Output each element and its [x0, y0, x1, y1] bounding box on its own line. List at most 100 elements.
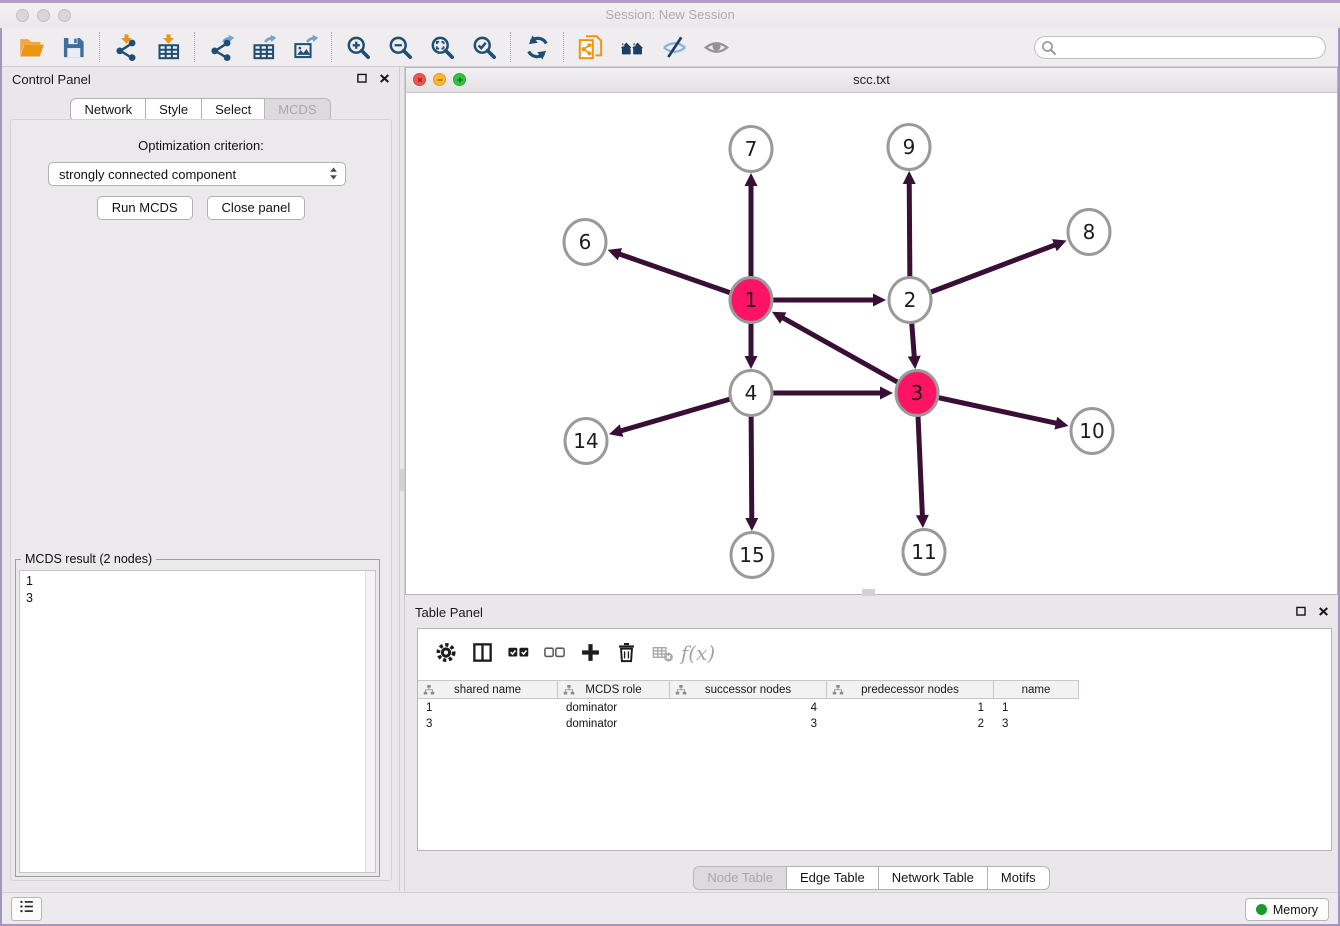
network-window-title: scc.txt — [406, 72, 1337, 87]
table-cell: 1 — [827, 700, 994, 716]
tab-edge-table[interactable]: Edge Table — [786, 866, 879, 890]
float-panel-icon[interactable] — [356, 72, 369, 90]
edge-3-1[interactable] — [782, 318, 917, 393]
edge-arrowhead — [608, 248, 622, 260]
graph-node-2[interactable]: 2 — [889, 278, 931, 323]
tree-icon — [563, 684, 575, 696]
float-table-panel-icon[interactable] — [1295, 605, 1308, 623]
mcds-panel: Optimization criterion: strongly connect… — [10, 119, 392, 881]
memory-button[interactable]: Memory — [1245, 898, 1329, 921]
result-scrollbar[interactable] — [365, 571, 375, 872]
toolbar-separator — [510, 32, 511, 62]
table-panel-tabs: Node TableEdge TableNetwork TableMotifs — [405, 866, 1338, 890]
tab-motifs[interactable]: Motifs — [987, 866, 1050, 890]
edge-arrowhead — [1054, 417, 1068, 430]
refresh-view-button[interactable] — [516, 30, 558, 64]
zoom-out-button[interactable] — [379, 30, 421, 64]
save-session-icon — [60, 34, 87, 61]
tab-node-table[interactable]: Node Table — [693, 866, 787, 890]
hide-selected-button[interactable] — [653, 30, 695, 64]
import-table-button[interactable] — [147, 30, 189, 64]
save-session-button[interactable] — [52, 30, 94, 64]
clone-network-button[interactable] — [569, 30, 611, 64]
open-session-button[interactable] — [10, 30, 52, 64]
control-panel-title: Control Panel — [12, 72, 91, 87]
graph-node-15[interactable]: 15 — [731, 533, 773, 578]
clone-network-icon — [577, 34, 604, 61]
show-all-button[interactable] — [695, 30, 737, 64]
close-table-panel-icon[interactable] — [1317, 605, 1330, 623]
graph-node-3[interactable]: 3 — [896, 371, 938, 416]
zoom-fit-button[interactable] — [421, 30, 463, 64]
export-image-button[interactable] — [284, 30, 326, 64]
close-panel-button[interactable]: Close panel — [207, 196, 306, 220]
main-toolbar — [2, 28, 1338, 67]
zoom-in-button[interactable] — [337, 30, 379, 64]
graph-node-8[interactable]: 8 — [1068, 210, 1110, 255]
column-header-name[interactable]: name — [994, 681, 1079, 698]
delete-table-icon — [651, 641, 674, 664]
table-toolbar: f(x) — [418, 629, 1331, 676]
column-header-shared-name[interactable]: shared name — [418, 681, 558, 698]
search-box — [1034, 36, 1326, 59]
edge-arrowhead — [873, 294, 886, 307]
search-input[interactable] — [1034, 36, 1326, 59]
graph-node-11[interactable]: 11 — [903, 530, 945, 575]
home-button[interactable] — [611, 30, 653, 64]
graph-node-9[interactable]: 9 — [888, 125, 930, 170]
mcds-result-textarea[interactable]: 1 3 — [19, 570, 376, 873]
table-row[interactable]: 3dominator323 — [418, 716, 1079, 732]
open-session-icon — [18, 34, 45, 61]
network-canvas[interactable]: 1 2 3 4 6 7 8 9 10 11 14 15 — [406, 93, 1337, 594]
vertical-splitter-handle[interactable] — [400, 469, 404, 491]
horizontal-splitter-handle[interactable] — [862, 589, 875, 596]
zoom-out-icon — [387, 34, 414, 61]
zoom-selected-button[interactable] — [463, 30, 505, 64]
column-label: shared name — [454, 684, 521, 696]
edge-2-8[interactable] — [910, 245, 1055, 300]
toolbar-separator — [563, 32, 564, 62]
run-mcds-button[interactable]: Run MCDS — [97, 196, 193, 220]
add-row-button[interactable] — [572, 635, 608, 671]
edge-arrowhead — [745, 173, 758, 186]
column-header-predecessor-nodes[interactable]: predecessor nodes — [827, 681, 994, 698]
tab-network-table[interactable]: Network Table — [878, 866, 988, 890]
column-header-successor-nodes[interactable]: successor nodes — [670, 681, 827, 698]
svg-text:14: 14 — [573, 429, 598, 453]
svg-text:4: 4 — [745, 381, 758, 405]
graph-node-7[interactable]: 7 — [730, 127, 772, 172]
edge-arrowhead — [745, 518, 758, 531]
column-label: name — [1022, 684, 1051, 696]
function-builder-button: f(x) — [680, 635, 716, 671]
deselect-all-rows-icon — [543, 641, 566, 664]
criterion-value: strongly connected component — [59, 167, 236, 182]
close-panel-icon[interactable] — [378, 72, 391, 90]
graph-node-10[interactable]: 10 — [1071, 409, 1113, 454]
criterion-dropdown[interactable]: strongly connected component — [48, 162, 346, 186]
deselect-all-rows-button[interactable] — [536, 635, 572, 671]
tree-icon — [832, 684, 844, 696]
delete-row-button[interactable] — [608, 635, 644, 671]
toggle-columns-button[interactable] — [464, 635, 500, 671]
table-settings-button[interactable] — [428, 635, 464, 671]
add-row-icon — [579, 641, 602, 664]
task-history-button[interactable] — [11, 897, 42, 921]
export-table-button[interactable] — [242, 30, 284, 64]
window-titlebar: Session: New Session — [0, 3, 1340, 28]
graph-node-6[interactable]: 6 — [564, 220, 606, 265]
column-header-mcds-role[interactable]: MCDS role — [558, 681, 670, 698]
select-all-rows-button[interactable] — [500, 635, 536, 671]
export-network-button[interactable] — [200, 30, 242, 64]
graph-node-14[interactable]: 14 — [565, 419, 607, 464]
zoom-in-icon — [345, 34, 372, 61]
refresh-view-icon — [524, 34, 551, 61]
import-network-button[interactable] — [105, 30, 147, 64]
graph-node-4[interactable]: 4 — [730, 371, 772, 416]
graph-node-1[interactable]: 1 — [730, 278, 772, 323]
table-row[interactable]: 1dominator411 — [418, 700, 1079, 716]
svg-text:8: 8 — [1083, 220, 1096, 244]
select-all-rows-icon — [507, 641, 530, 664]
search-icon — [1041, 40, 1056, 55]
column-label: successor nodes — [705, 684, 791, 696]
hide-selected-icon — [661, 34, 688, 61]
